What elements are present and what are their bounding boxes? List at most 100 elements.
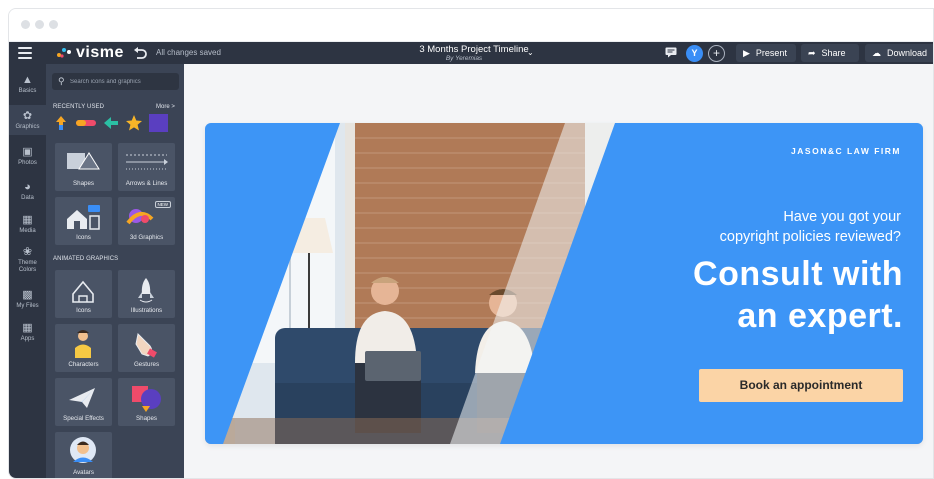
tile-gestures[interactable]: Gestures <box>118 324 175 372</box>
rail-item-basics[interactable]: ▲ Basics <box>9 74 46 94</box>
house-outline-icon <box>72 280 94 303</box>
tile-label: Icons <box>76 307 91 314</box>
window-dot-minimize[interactable] <box>35 20 44 29</box>
avatar-icon <box>70 437 96 463</box>
rail-item-data[interactable]: ◕ Data <box>9 181 46 201</box>
add-collaborator-icon[interactable]: + <box>708 45 725 62</box>
window-dot-maximize[interactable] <box>49 20 58 29</box>
apps-icon: ▦ <box>22 322 33 334</box>
chevron-down-icon[interactable]: ⌄ <box>527 48 534 57</box>
save-status: All changes saved <box>156 48 221 57</box>
arrows-lines-icon <box>126 154 168 170</box>
window-dot-close[interactable] <box>21 20 30 29</box>
play-icon: ▶ <box>743 47 750 58</box>
paper-plane-icon <box>69 388 95 408</box>
rail-label: Graphics <box>15 124 40 130</box>
media-icon: ▦ <box>22 214 33 226</box>
tile-label: Shapes <box>136 415 157 422</box>
rail-item-photos[interactable]: ▣ Photos <box>9 146 46 166</box>
tile-3d-graphics[interactable]: NEW 3d Graphics <box>118 197 175 245</box>
left-rail: ▲ Basics ✿ Graphics ▣ Photos ◕ Data ▦ Me… <box>9 64 46 478</box>
tile-label: 3d Graphics <box>129 234 164 241</box>
firm-name[interactable]: JASON&C LAW FIRM <box>791 146 901 156</box>
share-button[interactable]: ➦ Share <box>801 44 859 62</box>
visme-logo-icon <box>57 48 71 58</box>
tile-label: Illustrations <box>130 307 163 314</box>
pill-graphic-icon[interactable] <box>75 114 97 132</box>
headline-line-2[interactable]: an expert. <box>737 297 903 336</box>
comment-icon[interactable] <box>665 47 677 58</box>
shapes-icon <box>67 152 100 170</box>
download-label: Download <box>887 48 928 58</box>
search-input[interactable] <box>70 75 175 88</box>
tile-label: Special Effects <box>63 415 104 422</box>
graphics-icon: ✿ <box>22 110 33 122</box>
rail-item-theme-colors[interactable]: ❀ Theme Colors <box>9 246 46 274</box>
headline-line-1[interactable]: Consult with <box>693 255 903 294</box>
cloud-download-icon: ☁ <box>872 47 881 58</box>
download-button[interactable]: ☁ Download <box>865 44 933 62</box>
tile-avatars[interactable]: Avatars <box>55 432 112 478</box>
home-icon <box>67 205 100 230</box>
logo-text: visme <box>76 44 124 61</box>
slide[interactable]: JASON&C LAW FIRM Have you got your copyr… <box>205 123 923 444</box>
square-graphic-icon[interactable] <box>148 114 168 132</box>
rail-item-graphics[interactable]: ✿ Graphics <box>9 105 46 135</box>
editor-toolbar: visme All changes saved 3 Months Project… <box>9 42 933 64</box>
question-line-2[interactable]: copyright policies reviewed? <box>720 229 901 245</box>
question-line-1[interactable]: Have you got your <box>783 209 901 225</box>
tile-label: Icons <box>76 234 91 241</box>
browser-chrome <box>9 9 933 42</box>
search-box[interactable]: ⚲ <box>52 73 179 90</box>
rail-item-apps[interactable]: ▦ Apps <box>9 322 46 342</box>
share-arrow-icon: ➦ <box>808 47 816 58</box>
tile-label: Arrows & Lines <box>125 180 168 187</box>
tile-special-effects[interactable]: Special Effects <box>55 378 112 426</box>
tile-label: Shapes <box>73 180 94 187</box>
share-label: Share <box>821 48 846 58</box>
graphics-panel: ⚲ RECENTLY USED More > Shapes Arrows & L… <box>46 64 184 478</box>
rail-label: My Files <box>16 303 39 309</box>
tile-characters[interactable]: Characters <box>55 324 112 372</box>
undo-icon[interactable] <box>132 45 148 61</box>
arrow-left-graphic-icon[interactable] <box>102 114 120 132</box>
more-link[interactable]: More > <box>156 104 175 110</box>
menu-icon[interactable] <box>18 47 32 59</box>
recently-used-row <box>52 114 179 132</box>
tile-shapes[interactable]: Shapes <box>55 143 112 191</box>
photos-icon: ▣ <box>22 146 33 158</box>
rail-label: Photos <box>18 160 37 166</box>
search-icon: ⚲ <box>58 76 65 86</box>
hand-gesture-icon <box>135 332 157 358</box>
basics-icon: ▲ <box>22 74 33 86</box>
present-button[interactable]: ▶ Present <box>736 44 796 62</box>
rail-label: Theme Colors <box>18 260 37 273</box>
tile-label: Characters <box>68 361 99 368</box>
rail-label: Media <box>19 228 36 234</box>
rail-item-media[interactable]: ▦ Media <box>9 214 46 234</box>
tile-animated-icons[interactable]: Icons <box>55 270 112 318</box>
rail-label: Basics <box>18 88 37 94</box>
document-author: By Yeremias <box>445 55 483 62</box>
tile-arrows-lines[interactable]: Arrows & Lines <box>118 143 175 191</box>
animated-graphics-label: ANIMATED GRAPHICS <box>53 256 119 262</box>
user-avatar[interactable]: Y <box>686 45 703 62</box>
new-badge: NEW <box>154 201 171 208</box>
tile-label: Gestures <box>133 361 160 368</box>
tile-label: Avatars <box>73 469 94 476</box>
my-files-icon: ▩ <box>22 289 33 301</box>
tile-icons[interactable]: Icons <box>55 197 112 245</box>
animated-shapes-icon <box>132 386 161 412</box>
star-graphic-icon[interactable] <box>125 114 143 132</box>
theme-colors-icon: ❀ <box>22 246 33 258</box>
visme-logo: visme <box>55 44 124 62</box>
arrow-up-graphic-icon[interactable] <box>52 114 70 132</box>
rail-item-my-files[interactable]: ▩ My Files <box>9 289 46 309</box>
rail-label: Apps <box>20 336 35 342</box>
design-canvas[interactable]: JASON&C LAW FIRM Have you got your copyr… <box>184 64 933 478</box>
tile-illustrations[interactable]: Illustrations <box>118 270 175 318</box>
present-label: Present <box>755 48 787 58</box>
book-appointment-button[interactable]: Book an appointment <box>699 369 903 402</box>
character-icon <box>75 330 91 358</box>
tile-animated-shapes[interactable]: Shapes <box>118 378 175 426</box>
